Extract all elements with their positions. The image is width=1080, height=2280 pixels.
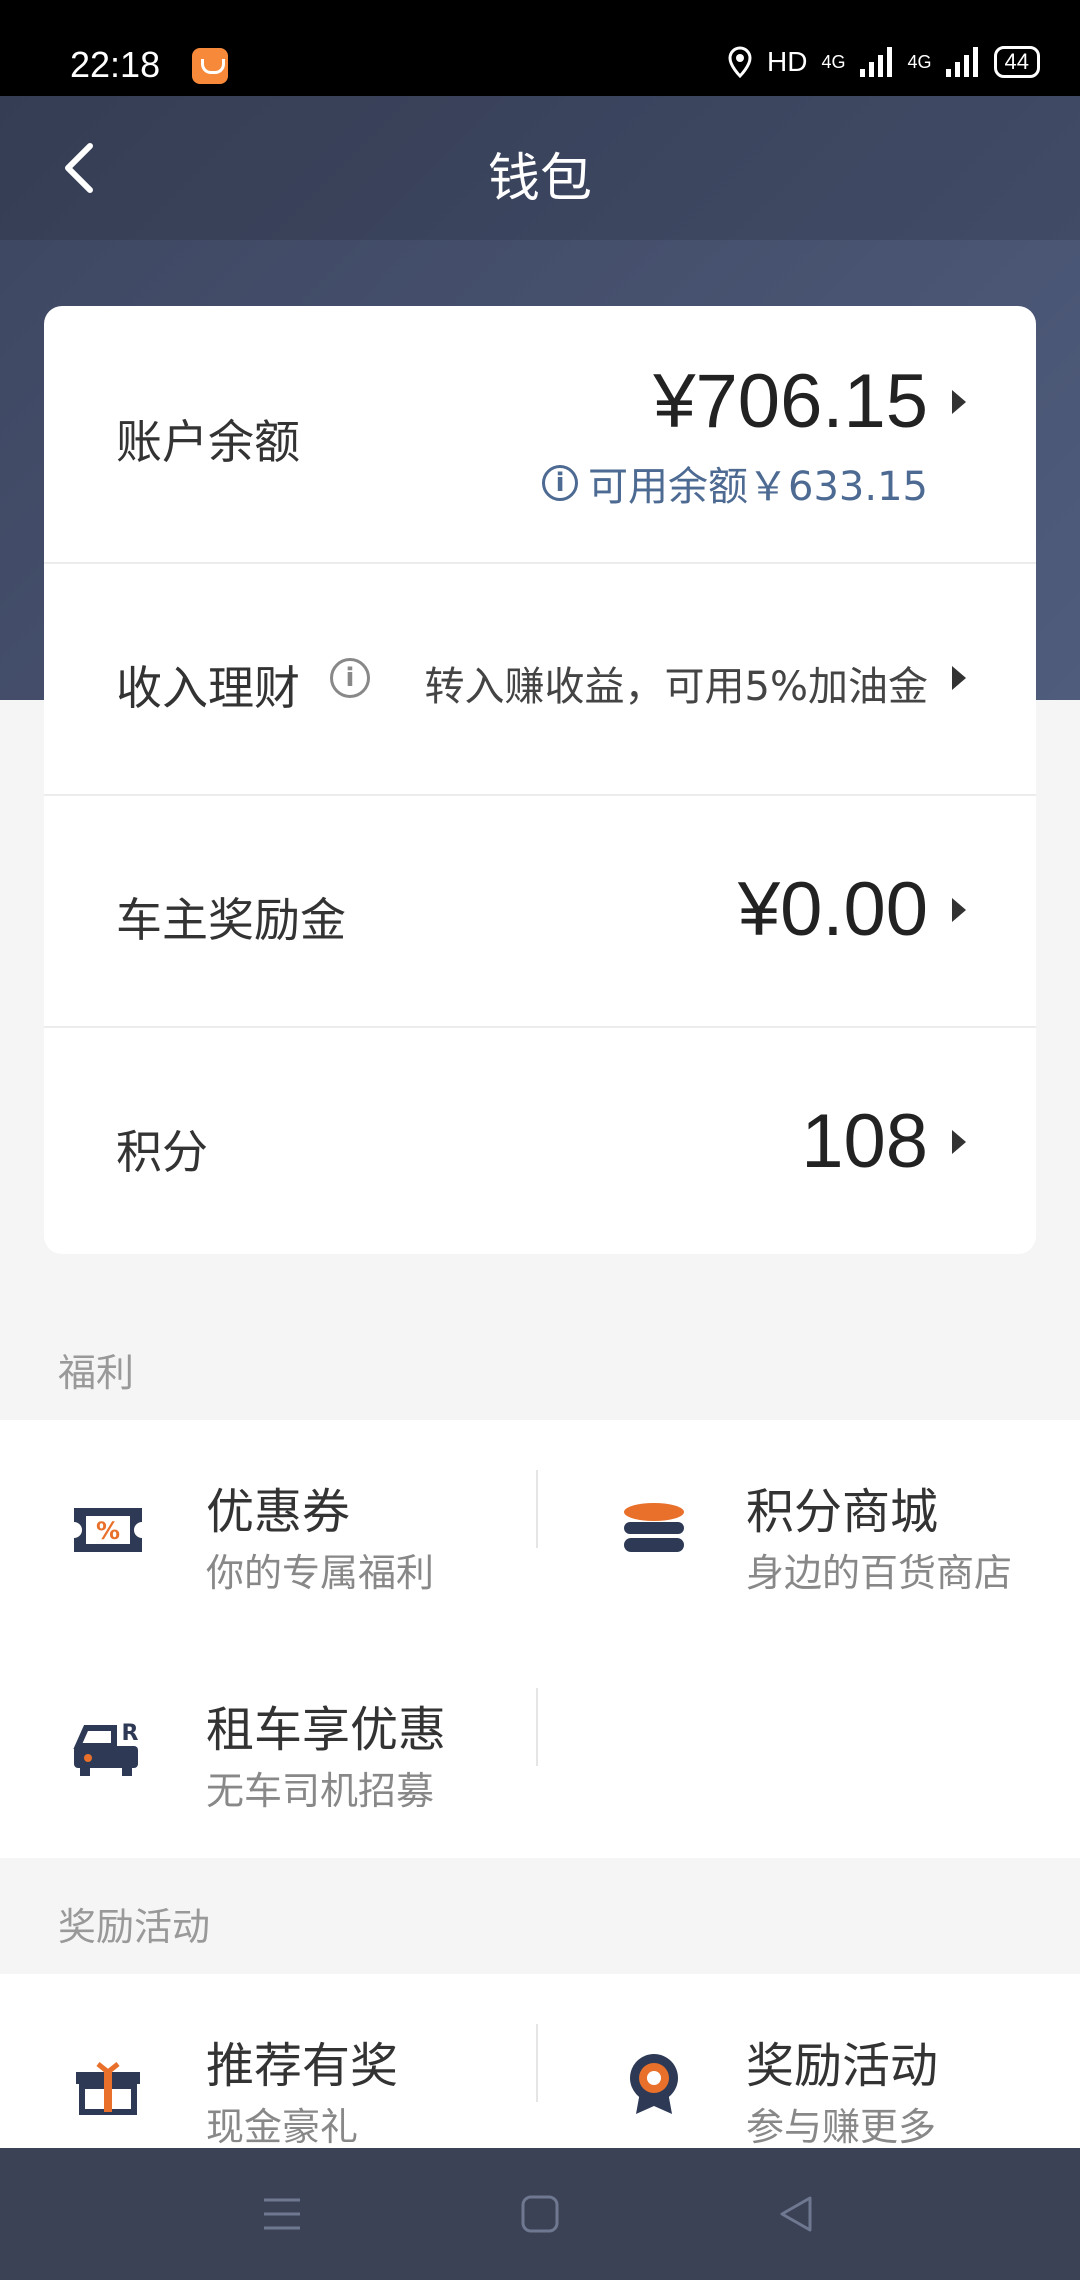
rental-title: 租车享优惠 <box>206 1702 447 1758</box>
coin-stack-icon <box>624 1503 684 1552</box>
status-time: 22:18 <box>70 44 161 85</box>
signal-4g-2: 4G <box>907 51 932 72</box>
balance-row[interactable]: 账户余额 ¥706.15 i 可用余额￥633.15 <box>44 306 1036 564</box>
bonus-value: ¥0.00 <box>737 867 928 952</box>
nav-bar: 钱包 <box>0 96 1080 240</box>
reward-activity-subtitle: 参与赚更多 <box>746 2105 937 2149</box>
battery-indicator: 44 <box>993 46 1040 78</box>
divider <box>536 1470 538 1548</box>
caret-right-icon <box>952 666 966 690</box>
divider <box>536 2024 538 2102</box>
points-label: 积分 <box>116 1125 208 1179</box>
referral-subtitle: 现金豪礼 <box>206 2105 359 2149</box>
points-value: 108 <box>801 1099 928 1184</box>
coupon-icon: % <box>74 1508 142 1552</box>
signal-4g-1: 4G <box>821 51 846 72</box>
svg-text:%: % <box>96 1517 120 1545</box>
welfare-section-title: 福利 <box>58 1351 135 1395</box>
available-balance-text: 可用余额￥633.15 <box>588 464 928 510</box>
info-icon[interactable]: i <box>542 465 579 501</box>
finance-label: 收入理财 <box>116 661 300 715</box>
balance-value: ¥706.15 <box>653 359 928 444</box>
points-mall-subtitle: 身边的百货商店 <box>746 1551 1013 1595</box>
didi-app-icon <box>192 48 228 84</box>
coupon-subtitle: 你的专属福利 <box>206 1551 435 1595</box>
caret-right-icon <box>952 1130 966 1154</box>
referral-title: 推荐有奖 <box>206 2038 399 2094</box>
page-title: 钱包 <box>487 149 592 209</box>
signal-bars-icon <box>859 47 892 77</box>
location-icon <box>728 46 752 78</box>
hd-label: HD <box>767 46 808 77</box>
points-mall-item[interactable]: 积分商城 身边的百货商店 <box>540 1420 1080 1638</box>
points-row[interactable]: 积分 108 <box>44 1028 1036 1254</box>
points-mall-title: 积分商城 <box>746 1484 939 1540</box>
caret-right-icon <box>952 898 966 922</box>
caret-right-icon <box>952 390 966 414</box>
rental-subtitle: 无车司机招募 <box>206 1769 435 1813</box>
reward-activity-title: 奖励活动 <box>746 2038 939 2094</box>
status-indicators: HD 4G 4G 44 <box>727 46 1040 78</box>
rental-item[interactable]: R 租车享优惠 无车司机招募 <box>0 1638 540 1856</box>
system-nav-bar <box>0 2148 1080 2280</box>
coupon-title: 优惠券 <box>206 1484 351 1540</box>
finance-hint: 转入赚收益，可用5%加油金 <box>424 664 928 710</box>
status-bar: 22:18 HD 4G 4G 44 <box>0 0 1080 96</box>
home-icon[interactable] <box>520 2194 560 2234</box>
welfare-panel: % 优惠券 你的专属福利 积分商城 身边的百货商店 R 租车享优惠 无车司机招募 <box>0 1420 1080 1858</box>
svg-text:R: R <box>122 1721 139 1746</box>
rewards-section-title: 奖励活动 <box>58 1905 211 1949</box>
menu-icon[interactable] <box>262 2194 302 2234</box>
rewards-panel: 推荐有奖 现金豪礼 奖励活动 参与赚更多 <box>0 1974 1080 2149</box>
wallet-card: 账户余额 ¥706.15 i 可用余额￥633.15 收入理财 i 转入赚收益，… <box>44 306 1036 1254</box>
medal-icon <box>630 2054 678 2114</box>
available-balance: i 可用余额￥633.15 <box>542 454 928 512</box>
back-triangle-icon[interactable] <box>776 2194 816 2234</box>
bonus-label: 车主奖励金 <box>116 893 346 947</box>
rental-car-icon: R <box>73 1721 139 1776</box>
coupon-item[interactable]: % 优惠券 你的专属福利 <box>0 1420 540 1638</box>
finance-row[interactable]: 收入理财 i 转入赚收益，可用5%加油金 <box>44 564 1036 796</box>
gift-icon <box>76 2062 140 2115</box>
divider <box>536 1688 538 1766</box>
info-icon[interactable]: i <box>330 658 370 698</box>
balance-label: 账户余额 <box>116 415 300 469</box>
signal-bars-icon <box>945 47 978 77</box>
bonus-row[interactable]: 车主奖励金 ¥0.00 <box>44 796 1036 1028</box>
